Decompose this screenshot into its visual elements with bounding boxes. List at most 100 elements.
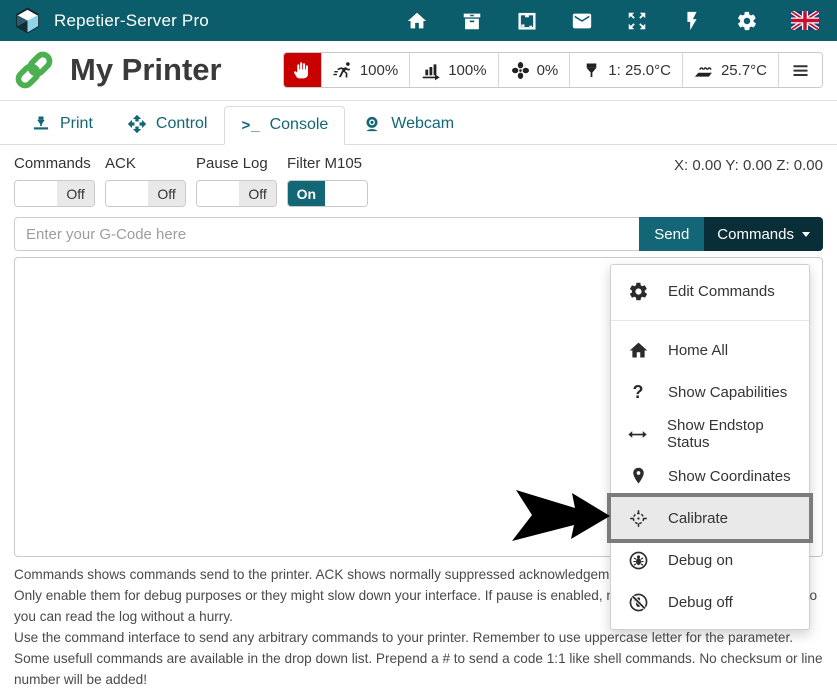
toggle-state: Off <box>57 181 94 206</box>
webcam-icon <box>362 114 382 134</box>
toggle-state: On <box>288 181 325 206</box>
fan-icon <box>510 60 531 81</box>
double-arrow-icon <box>627 423 648 445</box>
printer-frame-icon[interactable] <box>516 10 538 32</box>
chevron-down-icon <box>802 232 810 237</box>
menu-item-calibrate[interactable]: Calibrate <box>611 497 809 539</box>
toggle-state: Off <box>239 181 276 206</box>
speed-runner-icon <box>333 60 354 81</box>
extruder-icon <box>581 60 602 81</box>
position-readout: X: 0.00 Y: 0.00 Z: 0.00 <box>674 155 823 207</box>
extruder-temp-value: 1: 25.0°C <box>608 62 671 79</box>
language-flag-uk-icon[interactable] <box>791 11 819 30</box>
menu-item-debug-off[interactable]: Debug off <box>611 581 809 623</box>
power-bolt-icon[interactable] <box>681 10 703 32</box>
toggle-knob <box>106 181 148 206</box>
toggle-pause-log: Pause Log Off <box>196 155 277 207</box>
toggle-label: Pause Log <box>196 155 277 172</box>
page-title: My Printer <box>70 52 222 88</box>
toggle-ack: ACK Off <box>105 155 186 207</box>
flow-value: 100% <box>448 62 486 79</box>
menu-item-label: Show Capabilities <box>668 384 787 401</box>
tab-control[interactable]: Control <box>110 104 225 145</box>
gcode-input-row: Send Commands <box>14 217 823 251</box>
heated-bed-icon <box>694 60 715 81</box>
commands-dropdown-button[interactable]: Commands <box>704 217 823 251</box>
settings-gear-icon[interactable] <box>736 10 758 32</box>
fan-button[interactable]: 0% <box>498 53 570 87</box>
menu-item-show-endstop-status[interactable]: Show Endstop Status <box>611 413 809 455</box>
gear-icon <box>627 280 649 302</box>
commands-button-label: Commands <box>717 226 794 243</box>
menu-item-home-all[interactable]: Home All <box>611 329 809 371</box>
toggle-knob <box>15 181 57 206</box>
printer-header: My Printer 100% 100% <box>0 41 837 101</box>
print-icon <box>31 114 51 134</box>
move-arrows-icon <box>127 114 147 134</box>
tab-console[interactable]: >_ Console <box>224 106 345 145</box>
messages-icon[interactable] <box>571 10 593 32</box>
tab-label: Print <box>60 115 93 133</box>
filter-m105-toggle[interactable]: On <box>287 180 368 207</box>
flow-button[interactable]: 100% <box>409 53 497 87</box>
toggle-label: ACK <box>105 155 186 172</box>
menu-item-label: Home All <box>668 342 728 359</box>
commands-toggle[interactable]: Off <box>14 180 95 207</box>
flow-bars-icon <box>421 60 442 81</box>
home-icon[interactable] <box>406 10 428 32</box>
question-icon: ? <box>627 381 649 403</box>
bed-temp-value: 25.7°C <box>721 62 767 79</box>
storage-box-icon[interactable] <box>461 10 483 32</box>
toggle-knob <box>325 181 367 206</box>
repetier-logo-icon <box>14 7 41 34</box>
send-button[interactable]: Send <box>639 217 704 251</box>
tab-label: Webcam <box>391 115 454 133</box>
fullscreen-icon[interactable] <box>626 10 648 32</box>
terminal-icon: >_ <box>241 117 260 134</box>
tab-webcam[interactable]: Webcam <box>345 104 471 145</box>
printer-status-toolbar: 100% 100% 0% <box>283 52 823 88</box>
menu-item-label: Debug off <box>668 594 733 611</box>
bug-icon <box>627 549 649 571</box>
top-navigation <box>406 10 819 32</box>
map-pin-icon <box>627 465 649 487</box>
printer-menu-button[interactable] <box>778 53 822 87</box>
menu-item-show-capabilities[interactable]: ? Show Capabilities <box>611 371 809 413</box>
tab-print[interactable]: Print <box>14 104 110 145</box>
speed-button[interactable]: 100% <box>321 53 409 87</box>
menu-item-label: Show Coordinates <box>668 468 791 485</box>
gcode-input[interactable] <box>14 217 639 251</box>
speed-value: 100% <box>360 62 398 79</box>
tab-label: Control <box>156 115 208 133</box>
toggle-knob <box>197 181 239 206</box>
menu-divider <box>611 320 809 321</box>
toggle-filter-m105: Filter M105 On <box>287 155 368 207</box>
fan-value: 0% <box>537 62 559 79</box>
hamburger-menu-icon <box>790 60 811 81</box>
pause-log-toggle[interactable]: Off <box>196 180 277 207</box>
console-controls: Commands Off ACK Off Pause Log Off Filte… <box>0 145 837 207</box>
bed-temp-button[interactable]: 25.7°C <box>682 53 778 87</box>
tab-label: Console <box>270 116 329 134</box>
printer-connected-icon <box>14 50 54 90</box>
menu-item-label: Calibrate <box>668 510 728 527</box>
commands-dropdown-menu: Edit Commands Home All ? Show Capabiliti… <box>610 264 810 630</box>
menu-item-debug-on[interactable]: Debug on <box>611 539 809 581</box>
menu-item-edit-commands[interactable]: Edit Commands <box>611 270 809 312</box>
menu-item-label: Edit Commands <box>668 283 775 300</box>
bug-off-icon <box>627 591 649 613</box>
home-icon <box>627 339 649 361</box>
toggle-label: Filter M105 <box>287 155 368 172</box>
toggle-commands: Commands Off <box>14 155 95 207</box>
ack-toggle[interactable]: Off <box>105 180 186 207</box>
printer-tabs: Print Control >_ Console Webcam <box>0 101 837 145</box>
menu-item-label: Show Endstop Status <box>667 417 793 451</box>
emergency-stop-button[interactable] <box>284 53 321 87</box>
menu-item-label: Debug on <box>668 552 733 569</box>
toggle-label: Commands <box>14 155 95 172</box>
topbar: Repetier-Server Pro <box>0 0 837 41</box>
menu-item-show-coordinates[interactable]: Show Coordinates <box>611 455 809 497</box>
help-paragraph-2: Use the command interface to send any ar… <box>14 627 823 690</box>
stop-hand-icon <box>292 60 313 81</box>
extruder-temp-button[interactable]: 1: 25.0°C <box>569 53 682 87</box>
